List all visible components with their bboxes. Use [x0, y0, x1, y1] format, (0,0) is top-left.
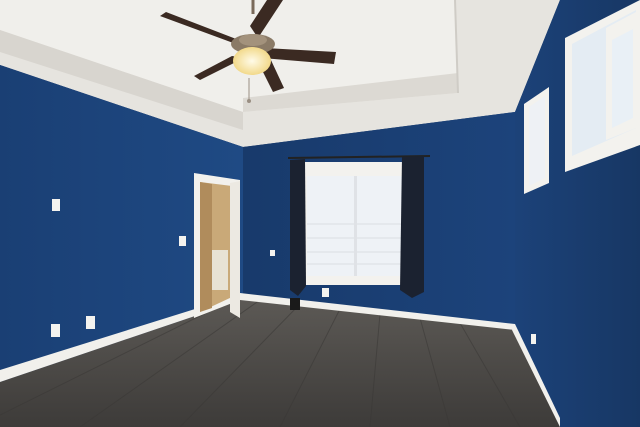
doorway-hall-cabinet	[212, 250, 228, 290]
light-switch-icon	[52, 199, 60, 211]
curtain-foot	[290, 298, 300, 310]
outlet-icon	[531, 334, 536, 344]
curtain-right	[400, 156, 424, 298]
room-illustration	[0, 0, 640, 427]
side-window-large-pane	[612, 29, 633, 128]
room-photo	[0, 0, 640, 427]
fan-light	[233, 47, 271, 75]
doorway-hall-wall	[200, 182, 212, 312]
outlet-icon	[322, 288, 329, 297]
open-door	[230, 181, 240, 318]
side-window-small-glass	[529, 96, 545, 186]
light-switch-icon	[179, 236, 186, 246]
window-mullion	[354, 176, 357, 276]
light-switch-icon	[270, 250, 275, 256]
curtain-left	[290, 159, 306, 296]
outlet-icon	[51, 324, 60, 337]
outlet-icon	[86, 316, 95, 329]
